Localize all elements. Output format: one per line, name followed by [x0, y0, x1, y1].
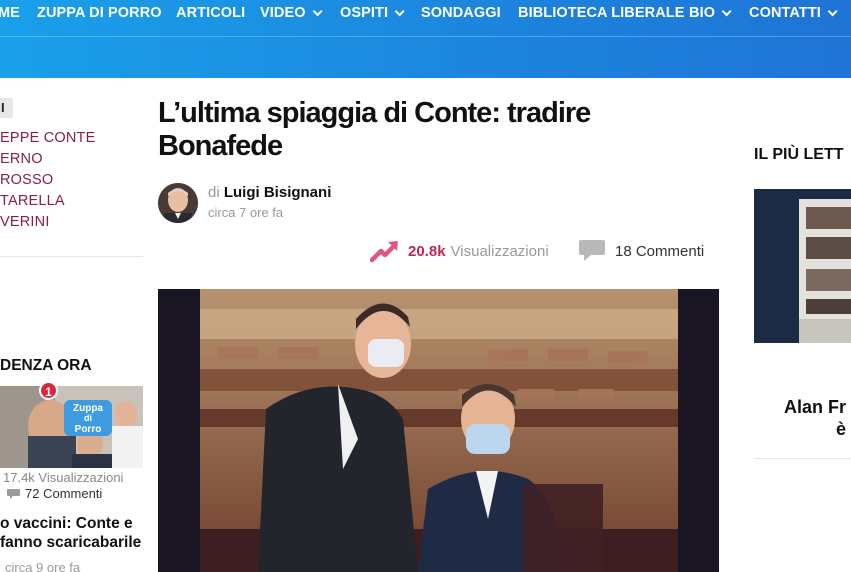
nav-item-articoli[interactable]: ARTICOLI [176, 4, 245, 22]
category-tag[interactable]: I [0, 98, 13, 118]
trending-image-art: Zuppa di Porro [0, 386, 143, 468]
nav-item-label: CONTATTI [749, 5, 821, 21]
nav-item-label: VIDEO [260, 5, 306, 21]
nav-item-zuppa-di-porro[interactable]: ZUPPA DI PORRO [37, 4, 162, 22]
zuppa-caption-3: Porro [75, 424, 102, 435]
chevron-down-icon [394, 5, 405, 16]
nav-item-video[interactable]: VIDEO [260, 4, 323, 22]
article-time: circa 7 ore fa [208, 205, 284, 220]
nav-item-label: BIBLIOTECA LIBERALE [518, 5, 685, 21]
speech-bubble-icon [7, 488, 20, 499]
most-read-headline-line-2: è [836, 419, 847, 439]
most-read-headline-line-1: Alan Fr [784, 397, 847, 417]
nav-divider [0, 36, 851, 37]
most-read-headline[interactable]: Alan Fr è [784, 396, 846, 440]
right-sidebar-divider [754, 458, 851, 459]
article-comments-label: 18 Commenti [615, 242, 705, 260]
category-tag-label: I [1, 100, 5, 115]
most-read-image-art [754, 189, 851, 343]
author-byline: di Luigi Bisignani [208, 184, 331, 201]
nav-item-label: BIO [689, 5, 716, 21]
nav-item-ospiti[interactable]: OSPITI [340, 4, 405, 22]
hero-photo-art [158, 289, 719, 572]
sidebar-link-tarella[interactable]: TARELLA [0, 193, 65, 209]
speech-bubble-icon [579, 240, 605, 261]
nav-item-bio[interactable]: BIO [689, 4, 732, 22]
trending-rank-badge: 1 [39, 381, 58, 400]
nav-item-label: ME [0, 5, 20, 21]
author-prefix: di [208, 184, 220, 201]
chevron-down-icon [827, 5, 838, 16]
nav-item-contatti[interactable]: CONTATTI [749, 4, 838, 22]
article-comments-link[interactable]: 18 Commenti [577, 238, 704, 264]
sidebar-link-governo[interactable]: ERNO [0, 151, 43, 167]
trending-section-title: DENZA ORA [0, 357, 92, 374]
article-views-label: Visualizzazioni [450, 242, 549, 260]
nav-item-home[interactable]: ME [0, 4, 20, 22]
trending-views: 17.4k Visualizzazioni [3, 470, 124, 485]
article-title: L’ultima spiaggia di Conte: tradire Bona… [158, 97, 591, 162]
trending-comments[interactable]: 72 Commenti [6, 486, 102, 501]
sidebar-link-rosso[interactable]: ROSSO [0, 172, 53, 188]
zuppa-caption-2: di [84, 413, 92, 423]
top-navigation-bar: ME ZUPPA DI PORRO ARTICOLI VIDEO OSPITI … [0, 0, 851, 78]
article-hero-image [158, 289, 719, 572]
sidebar-link-verini[interactable]: VERINI [0, 214, 50, 230]
trending-time: circa 9 ore fa [5, 560, 81, 572]
trending-up-arrow-icon [370, 241, 398, 263]
chevron-down-icon [721, 5, 732, 16]
trending-article-image[interactable]: Zuppa di Porro [0, 386, 143, 468]
nav-item-label: SONDAGGI [421, 5, 501, 21]
article-views-count: 20.8k [408, 242, 446, 260]
nav-item-label: ZUPPA DI PORRO [37, 5, 162, 21]
chevron-down-icon [312, 5, 323, 16]
author-avatar-art [158, 183, 198, 223]
trending-comments-label: 72 Commenti [25, 486, 103, 501]
author-avatar[interactable] [158, 183, 198, 223]
most-read-title: IL PIÙ LETT [754, 146, 844, 163]
article-views-stat: 20.8k Visualizzazioni [370, 238, 549, 264]
sidebar-divider [0, 256, 143, 257]
nav-item-sondaggi[interactable]: SONDAGGI [421, 4, 501, 22]
sidebar-link-conte[interactable]: EPPE CONTE [0, 130, 95, 146]
most-read-image[interactable] [754, 189, 851, 343]
nav-item-biblioteca-liberale[interactable]: BIBLIOTECA LIBERALE [518, 4, 685, 22]
nav-item-label: ARTICOLI [176, 5, 246, 21]
author-name-link[interactable]: Luigi Bisignani [224, 184, 332, 201]
trending-headline[interactable]: o vaccini: Conte e fanno scaricabarile [0, 514, 143, 552]
nav-item-label: OSPITI [340, 5, 389, 21]
